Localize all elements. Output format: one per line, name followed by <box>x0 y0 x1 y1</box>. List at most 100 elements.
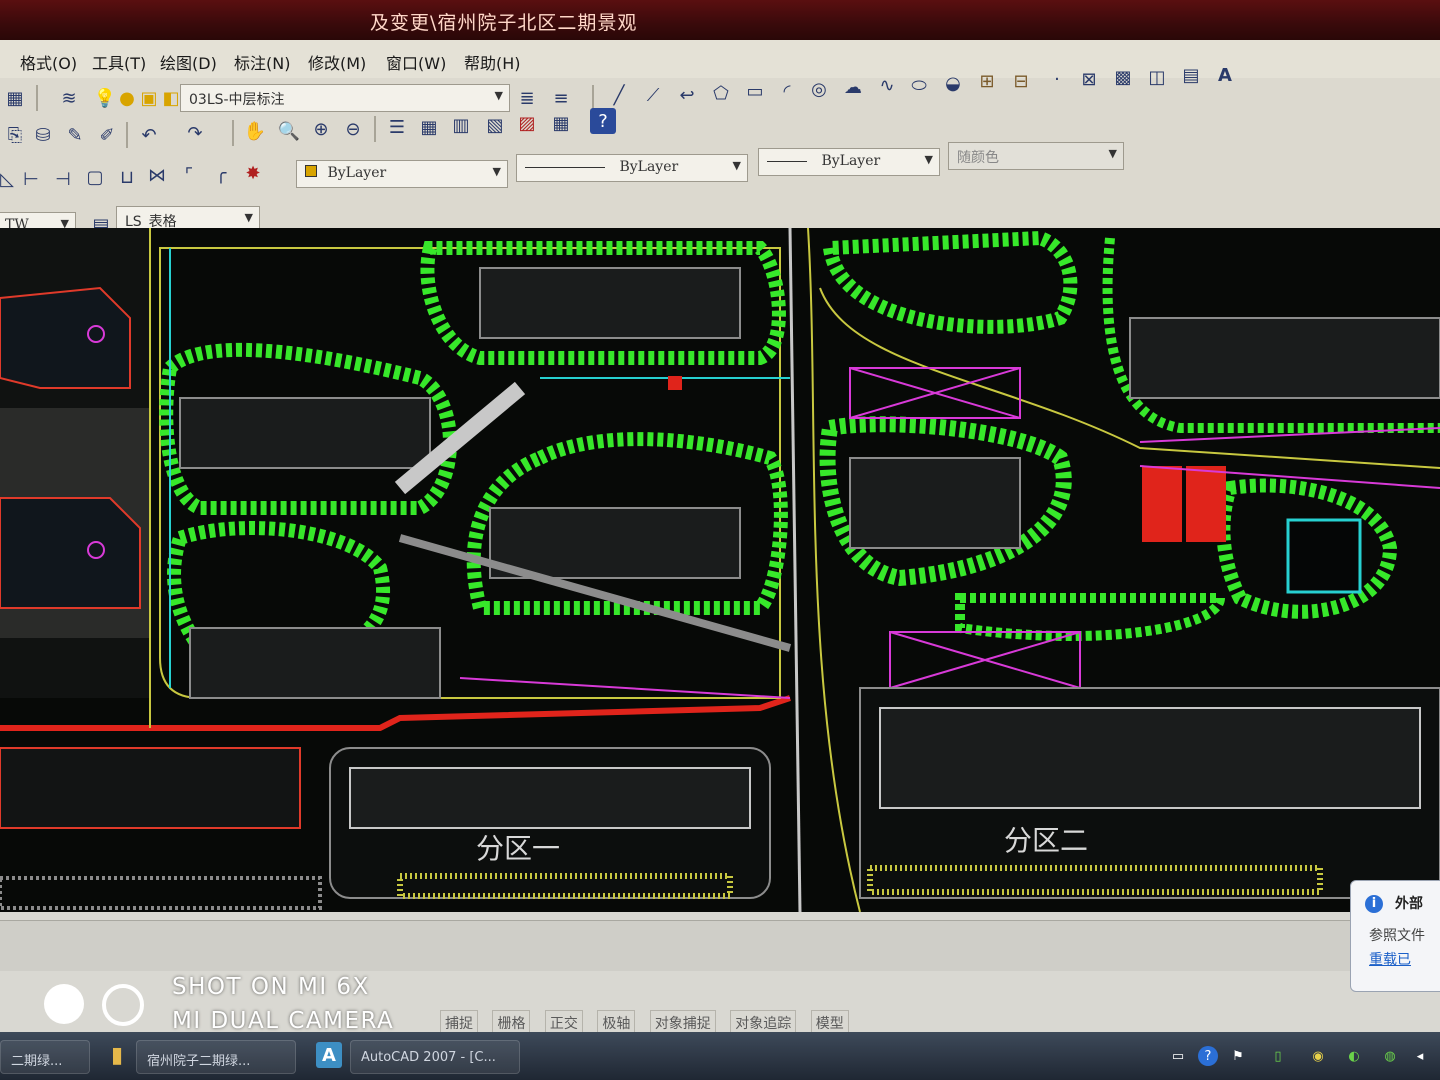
menu-tools[interactable]: 工具(T) <box>86 48 152 76</box>
security-icon[interactable]: ◉ <box>1308 1046 1328 1066</box>
update-icon[interactable]: ◐ <box>1344 1046 1364 1066</box>
trim-icon[interactable]: ⊢ <box>18 166 44 192</box>
line-icon[interactable]: ╱ <box>606 82 632 108</box>
table-icon[interactable]: ▤ <box>1178 62 1204 88</box>
commercial-building <box>879 707 1421 809</box>
tree-belt <box>955 593 1226 642</box>
building-outline <box>0 747 301 829</box>
copy-clip-icon[interactable]: ⎘ <box>2 122 28 148</box>
redo-icon[interactable]: ↷ <box>182 120 208 146</box>
design-center-icon[interactable]: ▦ <box>416 114 442 140</box>
residential-building <box>189 627 441 699</box>
menu-draw[interactable]: 绘图(D) <box>154 48 223 76</box>
arc-icon[interactable]: ◜ <box>774 78 800 104</box>
polyline-icon[interactable]: ↩ <box>674 82 700 108</box>
magenta-crossbox <box>849 367 1021 419</box>
break-icon[interactable]: ⊔ <box>114 164 140 190</box>
ellipse-icon[interactable]: ⬭ <box>906 72 932 98</box>
windows-taskbar: 二期绿... ▮ 宿州院子二期绿... A AutoCAD 2007 - [C.… <box>0 1032 1440 1080</box>
quickcalc-icon[interactable]: ▦ <box>548 110 574 136</box>
command-line-input[interactable] <box>0 920 1350 971</box>
autocad-app-icon[interactable]: A <box>316 1042 342 1068</box>
circle-icon[interactable]: ◎ <box>806 76 832 102</box>
tree-belt <box>822 230 1078 334</box>
undo-icon[interactable]: ↶ <box>136 122 162 148</box>
layer-states-icon[interactable]: ≋ <box>56 85 82 111</box>
point-icon[interactable]: · <box>1044 66 1070 92</box>
flag-icon[interactable]: ⚑ <box>1228 1046 1248 1066</box>
properties-icon[interactable]: ☰ <box>384 114 410 140</box>
commercial-building <box>349 767 751 829</box>
gradient-icon[interactable]: ▩ <box>1110 64 1136 90</box>
ellipse-arc-icon[interactable]: ◒ <box>940 70 966 96</box>
lineweight-preview <box>767 160 807 162</box>
antivirus-icon[interactable]: ◍ <box>1380 1046 1400 1066</box>
menu-window[interactable]: 窗口(W) <box>380 48 452 76</box>
magenta-crossbox <box>889 631 1081 689</box>
current-layer-name: 03LS-中层标注 <box>189 92 285 108</box>
paste-icon[interactable]: ⛁ <box>30 122 56 148</box>
revision-cloud-icon[interactable]: ☁ <box>840 74 866 100</box>
rectangle-icon[interactable]: ▭ <box>742 78 768 104</box>
chamfer-icon[interactable]: ⌜ <box>176 162 202 188</box>
volume-icon[interactable]: ◂ <box>1410 1046 1430 1066</box>
layer-previous-icon[interactable]: ≡ <box>548 85 574 111</box>
taskbar-item[interactable]: 宿州院子二期绿... <box>136 1040 296 1074</box>
lineweight-value: ByLayer <box>821 153 881 169</box>
chevron-down-icon: ▼ <box>494 89 503 102</box>
spline-icon[interactable]: ∿ <box>874 72 900 98</box>
tool-palettes-icon[interactable]: ▥ <box>448 112 474 138</box>
notification-link[interactable]: 重载已 <box>1369 949 1411 969</box>
sheet-set-manager-icon[interactable]: ▧ <box>482 112 508 138</box>
menu-dimension[interactable]: 标注(N) <box>228 48 296 76</box>
chevron-down-icon: ▼ <box>924 153 933 166</box>
make-object-layer-current-icon[interactable]: ≣ <box>514 85 540 111</box>
residential-building <box>179 397 431 469</box>
chevron-down-icon: ▼ <box>244 211 253 224</box>
break-at-point-icon[interactable]: ▢ <box>82 164 108 190</box>
lineweight-control-dropdown[interactable]: ByLayer ▼ <box>758 148 940 176</box>
menu-modify[interactable]: 修改(M) <box>302 48 372 76</box>
layers-toolbar: ▦ ≋ 💡 ● ▣ ◧ 03LS-中层标注 ▼ ≣ ≡ ╱ ⟋ ↩ ⬠ ▭ ◜ … <box>0 65 1440 119</box>
linetype-control-dropdown[interactable]: ByLayer ▼ <box>516 154 748 182</box>
construction-line-icon[interactable]: ⟋ <box>640 82 666 108</box>
properties-toolbar: ◺ ⊢ ⊣ ▢ ⊔ ⋈ ⌜ ╭ ✸ ByLayer ▼ ByLayer ▼ By… <box>0 142 1440 199</box>
join-icon[interactable]: ⋈ <box>144 162 170 188</box>
drawing-canvas[interactable]: 分区一 分区二 <box>0 228 1440 912</box>
layer-manager-icon[interactable]: ▦ <box>2 85 28 111</box>
extend-icon[interactable]: ⊣ <box>50 166 76 192</box>
xref-notification[interactable]: i 外部 参照文件 重载已 <box>1350 880 1440 992</box>
zoom-realtime-icon[interactable]: 🔍 <box>276 118 302 144</box>
triangle-icon[interactable]: ◺ <box>0 166 20 192</box>
pan-icon[interactable]: ✋ <box>242 118 268 144</box>
residential-building <box>479 267 741 339</box>
make-block-icon[interactable]: ⊟ <box>1008 68 1034 94</box>
color-control-dropdown[interactable]: ByLayer ▼ <box>296 160 508 188</box>
help-icon[interactable]: ? <box>590 108 616 134</box>
hatch-icon[interactable]: ⊠ <box>1076 66 1102 92</box>
menu-help[interactable]: 帮助(H) <box>458 48 527 76</box>
layer-dropdown[interactable]: 03LS-中层标注 ▼ <box>180 84 510 112</box>
zoom-window-icon[interactable]: ⊕ <box>308 116 334 142</box>
chevron-down-icon: ▼ <box>1108 147 1117 160</box>
residential-building <box>1129 317 1440 399</box>
block-editor-icon[interactable]: ✐ <box>94 122 120 148</box>
region-icon[interactable]: ◫ <box>1144 64 1170 90</box>
battery-icon[interactable]: ▯ <box>1268 1046 1288 1066</box>
plot-style-dropdown[interactable]: 随颜色 ▼ <box>948 142 1124 170</box>
help-tray-icon[interactable]: ? <box>1198 1046 1218 1066</box>
taskbar-item[interactable]: 二期绿... <box>0 1040 90 1074</box>
menu-format[interactable]: 格式(O) <box>14 48 83 76</box>
fillet-icon[interactable]: ╭ <box>208 160 234 186</box>
network-icon[interactable]: ▭ <box>1168 1046 1188 1066</box>
sports-court <box>1142 466 1182 542</box>
taskbar-item[interactable]: AutoCAD 2007 - [C... <box>350 1040 520 1074</box>
markup-set-icon[interactable]: ▨ <box>514 110 540 136</box>
explode-icon[interactable]: ✸ <box>240 160 266 186</box>
match-properties-icon[interactable]: ✎ <box>62 122 88 148</box>
zoom-previous-icon[interactable]: ⊖ <box>340 116 366 142</box>
polygon-icon[interactable]: ⬠ <box>708 80 734 106</box>
multiline-text-icon[interactable]: A <box>1212 62 1238 88</box>
folder-icon[interactable]: ▮ <box>104 1042 130 1068</box>
insert-block-icon[interactable]: ⊞ <box>974 68 1000 94</box>
